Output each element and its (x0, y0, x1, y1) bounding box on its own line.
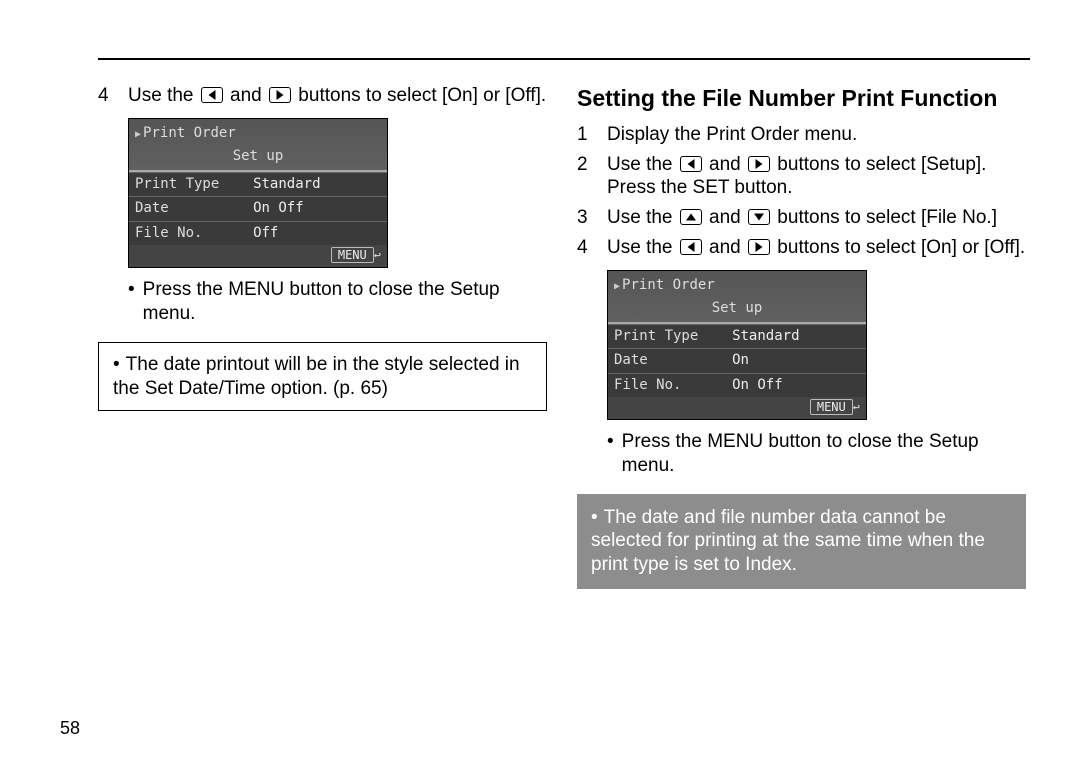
lcd-row-label: Print Type (614, 328, 732, 346)
note-text: Press the MENU button to close the Setup… (622, 430, 1026, 478)
left-arrow-icon (680, 156, 702, 172)
lcd-row-value: Standard (732, 328, 860, 346)
left-step-4: 4 Use the and buttons to select [On] or … (98, 84, 547, 108)
lcd-row-value: On Off (732, 377, 860, 395)
text-fragment: Use the (128, 85, 199, 106)
step-number: 3 (577, 206, 591, 230)
right-arrow-icon (269, 87, 291, 103)
lcd-row-label: Date (614, 352, 732, 370)
down-arrow-icon (748, 209, 770, 225)
step-text: Use the and buttons to select [File No.] (607, 206, 1026, 230)
camera-lcd-screenshot: Print Order Set up Print TypeStandard Da… (607, 270, 867, 421)
lcd-row-label: File No. (614, 377, 732, 395)
step-text: Use the and buttons to select [On] or [O… (607, 236, 1026, 260)
left-info-box: •The date printout will be in the style … (98, 342, 547, 412)
bullet-icon: • (591, 507, 598, 528)
left-arrow-icon (201, 87, 223, 103)
bullet-icon: • (128, 278, 135, 326)
step-text: Use the and buttons to select [On] or [O… (128, 84, 547, 108)
lcd-row: Print TypeStandard (129, 172, 387, 197)
lcd-setup-label: Set up (129, 146, 387, 172)
lcd-row-label: Print Type (135, 176, 253, 194)
right-step-1: 1 Display the Print Order menu. (577, 123, 1026, 147)
section-heading: Setting the File Number Print Function (577, 84, 1026, 113)
text-fragment: and (704, 207, 746, 228)
text-fragment: buttons to select [On] or [Off]. (772, 237, 1025, 258)
lcd-menu-indicator: MENU↩ (129, 245, 387, 267)
step-text: Use the and buttons to select [Setup]. P… (607, 153, 1026, 201)
step-number: 4 (98, 84, 112, 108)
lcd-row-value: Standard (253, 176, 381, 194)
lcd-row: File No.On Off (608, 373, 866, 398)
right-step-3: 3 Use the and buttons to select [File No… (577, 206, 1026, 230)
right-step-2: 2 Use the and buttons to select [Setup].… (577, 153, 1026, 201)
lcd-row-value: On Off (253, 200, 381, 218)
text-fragment: and (704, 154, 746, 175)
bullet-icon: • (113, 354, 120, 375)
lcd-row-value: On (732, 352, 860, 370)
page-number: 58 (60, 718, 80, 739)
text-fragment: buttons to select [File No.] (772, 207, 997, 228)
warning-text: The date and file number data cannot be … (591, 507, 985, 576)
bullet-icon: • (607, 430, 614, 478)
text-fragment: and (225, 85, 267, 106)
lcd-title: Print Order (608, 275, 866, 299)
right-press-menu-note: • Press the MENU button to close the Set… (577, 430, 1026, 478)
text-fragment: Use the (607, 154, 678, 175)
lcd-row: DateOn (608, 348, 866, 373)
right-warning-box: •The date and file number data cannot be… (577, 494, 1026, 589)
step-number: 2 (577, 153, 591, 201)
text-fragment: Use the (607, 237, 678, 258)
right-column: Setting the File Number Print Function 1… (577, 84, 1026, 725)
lcd-row: Print TypeStandard (608, 324, 866, 349)
lcd-setup-label: Set up (608, 298, 866, 324)
lcd-row: File No.Off (129, 221, 387, 246)
info-text: The date printout will be in the style s… (113, 354, 520, 399)
lcd-row: DateOn Off (129, 196, 387, 221)
top-horizontal-rule (98, 58, 1030, 60)
right-arrow-icon (748, 239, 770, 255)
lcd-row-label: Date (135, 200, 253, 218)
step-text: Display the Print Order menu. (607, 123, 1026, 147)
text-fragment: Use the (607, 207, 678, 228)
camera-lcd-screenshot: Print Order Set up Print TypeStandard Da… (128, 118, 388, 269)
page-content: 4 Use the and buttons to select [On] or … (98, 84, 1026, 725)
text-fragment: and (704, 237, 746, 258)
lcd-row-label: File No. (135, 225, 253, 243)
menu-badge: MENU (810, 399, 853, 415)
lcd-title: Print Order (129, 123, 387, 147)
menu-badge: MENU (331, 247, 374, 263)
step-number: 4 (577, 236, 591, 260)
step-number: 1 (577, 123, 591, 147)
right-step-4: 4 Use the and buttons to select [On] or … (577, 236, 1026, 260)
lcd-row-value: Off (253, 225, 381, 243)
right-arrow-icon (748, 156, 770, 172)
left-column: 4 Use the and buttons to select [On] or … (98, 84, 547, 725)
up-arrow-icon (680, 209, 702, 225)
lcd-menu-indicator: MENU↩ (608, 397, 866, 419)
text-fragment: buttons to select [On] or [Off]. (293, 85, 546, 106)
note-text: Press the MENU button to close the Setup… (143, 278, 547, 326)
left-press-menu-note: • Press the MENU button to close the Set… (98, 278, 547, 326)
left-arrow-icon (680, 239, 702, 255)
